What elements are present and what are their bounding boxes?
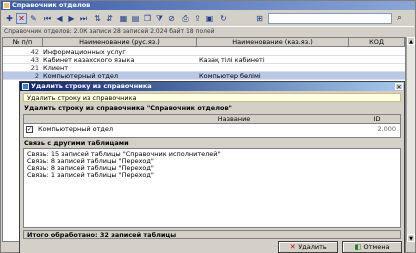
- target-row-id: 2.000: [377, 125, 396, 133]
- toolbar: ✚ ✕ ✎ ⏮ ◀ ▶ ⏭ ⇅ ⇵ ▦ ▤ ❐ ⧩ ⊘ ⎙ ⇪ ▣ ↻ ⊞ ⌕: [2, 11, 414, 27]
- next-icon[interactable]: ▶: [66, 13, 77, 24]
- row-num: 21: [30, 64, 39, 72]
- row-name-ru: Информационных услуг: [43, 48, 126, 56]
- delete-dialog: Удалить строку из справочника ✕ Удалить …: [19, 81, 405, 253]
- row-name-ru: Компьютерный отдел: [43, 72, 119, 80]
- delete-button-label: Удалить: [298, 243, 327, 251]
- col-code-header[interactable]: КОД: [349, 38, 405, 47]
- delete-icon[interactable]: ✕: [16, 13, 27, 24]
- section-delete-heading: Удалить строку из справочника "Справочни…: [24, 104, 232, 112]
- list-item: Связь: 1 записей таблицы "Переход": [27, 171, 154, 179]
- row-num: 2: [34, 72, 39, 80]
- grid-scrollbar[interactable]: ▲ ▼: [406, 37, 415, 242]
- row-name-kz: Компьютер бөлімі: [199, 72, 261, 80]
- cancel-button-label: Отмена: [363, 243, 390, 251]
- target-table-header: Название ID: [24, 115, 400, 124]
- app-icon: [3, 2, 10, 9]
- sort-asc-icon[interactable]: ⇅: [92, 13, 103, 24]
- table-row[interactable]: 43 Кабинет казахского языка Казақ тілі к…: [3, 56, 405, 64]
- table-row[interactable]: 42 Информационных услуг: [3, 48, 405, 56]
- cancel-button[interactable]: ◧ Отмена: [342, 241, 402, 253]
- refresh-icon[interactable]: ↻: [218, 13, 229, 24]
- row-name-ru: Кабинет казахского языка: [43, 56, 135, 64]
- row-num: 42: [30, 48, 39, 56]
- links-list: Связь: 15 записей таблицы "Справочник ис…: [23, 148, 401, 228]
- dialog-hint: Удалить строку из справочника: [23, 93, 401, 102]
- row-num: 43: [30, 56, 39, 64]
- grid-icon[interactable]: ▤: [130, 13, 141, 24]
- binoculars-icon[interactable]: ⌕: [394, 13, 405, 24]
- scroll-up-icon[interactable]: ▲: [407, 37, 415, 45]
- row-name-kz: [199, 64, 349, 72]
- checkbox-icon[interactable]: ✓: [26, 126, 33, 133]
- col-name-header: Название: [217, 115, 251, 123]
- copy-icon[interactable]: ❐: [142, 13, 153, 24]
- target-row-name: Компьютерный отдел: [38, 125, 114, 133]
- cancel-icon: ◧: [354, 243, 362, 251]
- col-kz-header[interactable]: Наименование (каз.яз.): [197, 38, 349, 47]
- main-window: Справочник отделов ✚ ✕ ✎ ⏮ ◀ ▶ ⏭ ⇅ ⇵ ▦ ▤…: [0, 0, 416, 253]
- section-links-heading: Связь с другими таблицами: [24, 139, 129, 147]
- search-input[interactable]: [268, 13, 392, 24]
- dialog-icon: [22, 83, 29, 90]
- scroll-down-icon[interactable]: ▼: [407, 234, 415, 242]
- print-icon[interactable]: ⎙: [180, 13, 191, 24]
- filter-off-icon[interactable]: ⊘: [166, 13, 177, 24]
- first-icon[interactable]: ⏮: [42, 13, 53, 24]
- info-line: Справочник отделов: 2.0К записи 28 запис…: [4, 28, 215, 35]
- delete-x-icon: ✕: [289, 243, 296, 251]
- export-icon[interactable]: ⇪: [192, 13, 203, 24]
- save-icon[interactable]: ▣: [204, 13, 215, 24]
- total-processed: Итого обработано: 32 записей таблицы: [23, 230, 401, 239]
- table-icon[interactable]: ▦: [118, 13, 129, 24]
- search-mode-icon[interactable]: ⊞: [254, 13, 265, 24]
- delete-button[interactable]: ✕ Удалить: [278, 241, 338, 253]
- plus-icon[interactable]: ✚: [4, 13, 15, 24]
- table-row[interactable]: 21 Клиент: [3, 64, 405, 72]
- row-name-kz: [199, 48, 349, 56]
- close-icon[interactable]: ✕: [395, 83, 403, 91]
- dialog-titlebar: Удалить строку из справочника ✕: [20, 82, 404, 91]
- col-num-header[interactable]: № п/п: [3, 38, 43, 47]
- delete-target-table: Название ID ✓ Компьютерный отдел 2.000: [23, 114, 401, 138]
- table-row-selected[interactable]: 2 Компьютерный отдел Компьютер бөлімі: [3, 72, 405, 80]
- col-ru-header[interactable]: Наименование (рус.яз.): [43, 38, 197, 47]
- window-title: Справочник отделов: [12, 1, 91, 9]
- last-icon[interactable]: ⏭: [78, 13, 89, 24]
- row-name-ru: Клиент: [43, 64, 69, 72]
- prev-icon[interactable]: ◀: [54, 13, 65, 24]
- target-row[interactable]: ✓ Компьютерный отдел 2.000: [24, 125, 400, 134]
- edit-icon[interactable]: ✎: [28, 13, 39, 24]
- row-name-kz: Казақ тілі кабинеті: [199, 56, 265, 64]
- col-id-header: ID: [373, 115, 381, 123]
- window-titlebar: Справочник отделов: [1, 1, 415, 10]
- grid-header: № п/п Наименование (рус.яз.) Наименовани…: [3, 38, 405, 47]
- filter-icon[interactable]: ⧩: [154, 13, 165, 24]
- sort-desc-icon[interactable]: ⇵: [104, 13, 115, 24]
- dialog-title: Удалить строку из справочника: [31, 82, 152, 90]
